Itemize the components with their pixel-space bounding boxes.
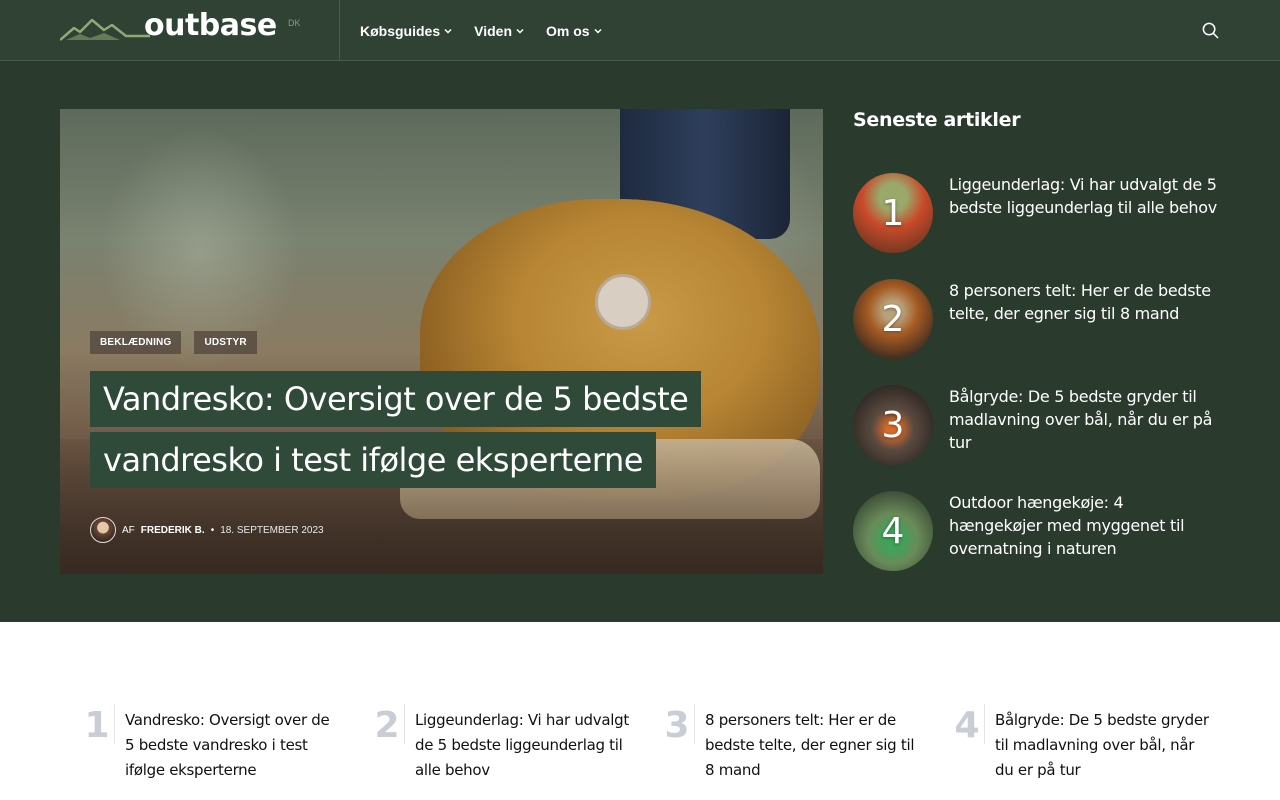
featured-title[interactable]: Vandresko: Oversigt over de 5 bedste van… (90, 371, 730, 493)
article-meta: AF FREDERIK B. • 18. SEPTEMBER 2023 (90, 517, 324, 543)
sidebar-heading: Seneste artikler (853, 109, 1021, 131)
meta-separator: • (210, 524, 215, 536)
article-title: Outdoor hængekøje: 4 hængekøjer med mygg… (949, 493, 1185, 558)
author-name[interactable]: FREDERIK B. (141, 525, 205, 536)
search-icon[interactable] (1201, 21, 1220, 40)
header-divider (339, 0, 340, 61)
logo-text: outbase (144, 8, 277, 43)
site-header: outbase DK Købsguides Viden Om os (0, 0, 1280, 61)
list-title: Vandresko: Oversigt over de 5 bedste van… (125, 711, 330, 779)
latest-articles: Seneste artikler 1 Liggeunderlag: Vi har… (853, 109, 1223, 597)
latest-article-item[interactable]: 4 Outdoor hængekøje: 4 hængekøjer med my… (853, 491, 1223, 571)
article-rank: 4 (881, 510, 905, 552)
latest-article-item[interactable]: 2 8 personers telt: Her er de bedste tel… (853, 279, 1223, 359)
list-title: 8 personers telt: Her er de bedste telte… (705, 711, 915, 779)
latest-article-item[interactable]: 1 Liggeunderlag: Vi har udvalgt de 5 bed… (853, 173, 1223, 253)
article-title: Liggeunderlag: Vi har udvalgt de 5 bedst… (949, 175, 1217, 217)
nav-item-label: Om os (546, 22, 590, 39)
category-tags: BEKLÆDNING UDSTYR (90, 331, 257, 354)
publish-date: 18. SEPTEMBER 2023 (220, 524, 324, 536)
author-avatar[interactable] (90, 517, 116, 543)
category-tag-beklaedning[interactable]: BEKLÆDNING (90, 331, 182, 354)
boot-badge-image (595, 274, 651, 330)
featured-title-line: vandresko i test ifølge eksperterne (90, 432, 656, 488)
list-rank: 2 (374, 705, 400, 746)
list-title: Liggeunderlag: Vi har udvalgt de 5 bedst… (415, 711, 629, 779)
list-divider (114, 704, 115, 744)
list-rank: 3 (664, 705, 690, 746)
article-title: 8 personers telt: Her er de bedste telte… (949, 281, 1211, 323)
category-tag-udstyr[interactable]: UDSTYR (194, 331, 257, 354)
list-divider (404, 704, 405, 744)
main-nav: Købsguides Viden Om os (360, 0, 602, 61)
article-rank: 2 (881, 298, 905, 340)
logo-tld: DK (288, 18, 301, 28)
nav-item-kobsguides[interactable]: Købsguides (360, 23, 452, 39)
nav-item-viden[interactable]: Viden (474, 23, 524, 39)
chevron-down-icon (444, 28, 452, 34)
author-prefix: AF (122, 524, 135, 536)
list-title: Bålgryde: De 5 bedste gryder til madlavn… (995, 711, 1209, 779)
site-logo[interactable]: outbase DK (60, 8, 310, 46)
mountain-logo-icon (60, 18, 150, 41)
nav-item-label: Købsguides (360, 22, 441, 39)
list-divider (694, 704, 695, 744)
article-rank: 3 (881, 404, 905, 446)
popular-list: 1 Vandresko: Oversigt over de 5 bedste v… (0, 622, 1280, 800)
latest-article-item[interactable]: 3 Bålgryde: De 5 bedste gryder til madla… (853, 385, 1223, 465)
nav-item-om-os[interactable]: Om os (546, 23, 602, 39)
article-title: Bålgryde: De 5 bedste gryder til madlavn… (949, 387, 1213, 452)
list-rank: 4 (954, 705, 980, 746)
chevron-down-icon (594, 28, 602, 34)
chevron-down-icon (516, 28, 524, 34)
article-rank: 1 (881, 192, 905, 234)
list-rank: 1 (84, 705, 110, 746)
list-divider (984, 704, 985, 744)
nav-item-label: Viden (474, 22, 512, 39)
featured-title-line: Vandresko: Oversigt over de 5 bedste (90, 371, 702, 427)
featured-article[interactable]: BEKLÆDNING UDSTYR Vandresko: Oversigt ov… (60, 109, 823, 574)
hero-section: BEKLÆDNING UDSTYR Vandresko: Oversigt ov… (0, 61, 1280, 622)
